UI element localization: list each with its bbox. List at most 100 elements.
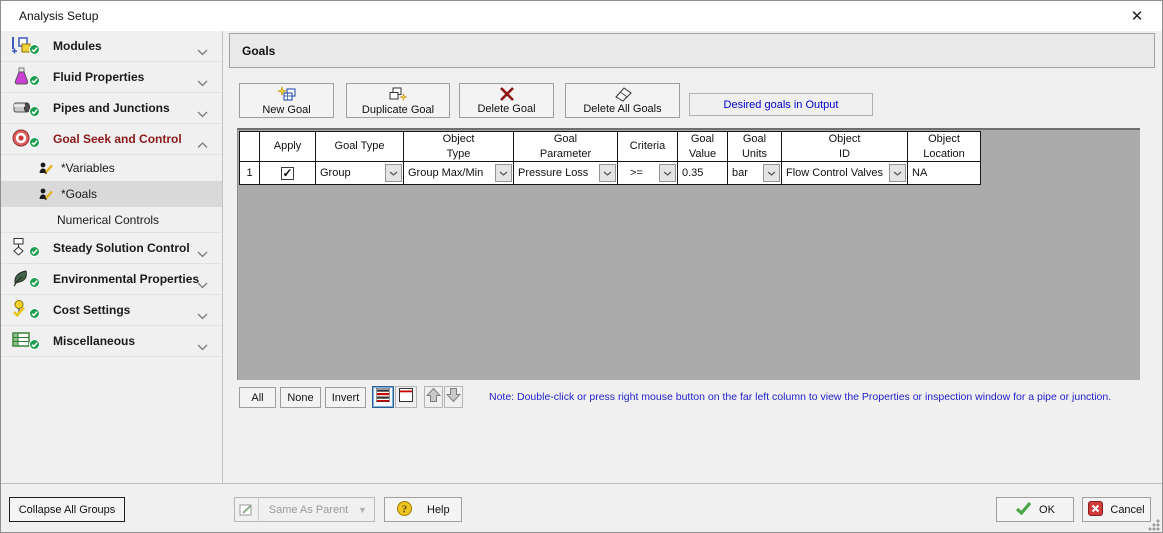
button-label: Delete Goal — [477, 103, 536, 115]
same-as-parent-label: Same As Parent — [268, 503, 349, 516]
chevron-down-icon — [197, 245, 208, 263]
window-title: Analysis Setup — [19, 9, 99, 23]
new-goal-button[interactable]: New Goal — [239, 83, 334, 118]
checkmark-icon: ✓ — [282, 166, 293, 180]
cancel-label: Cancel — [1110, 503, 1145, 516]
ok-label: OK — [1039, 503, 1055, 516]
column-header-criteria: Criteria — [618, 132, 678, 162]
duplicate-goal-button[interactable]: Duplicate Goal — [346, 83, 450, 118]
object-type-cell: Group Max/Min — [404, 162, 514, 184]
check-badge-icon — [29, 104, 40, 122]
move-up-button[interactable] — [424, 386, 443, 408]
sidebar-item-pipes-and-junctions[interactable]: Pipes and Junctions — [1, 93, 222, 124]
sidebar-item-miscellaneous[interactable]: Miscellaneous — [1, 326, 222, 357]
goal-value-cell[interactable]: 0.35 — [678, 162, 728, 184]
eraser-icon — [612, 86, 634, 102]
sidebar-item-steady-solution-control[interactable]: Steady Solution Control — [1, 233, 222, 264]
collapse-all-groups-button[interactable]: Collapse All Groups — [9, 497, 125, 522]
column-header-goal-parameter: Goal Parameter — [514, 132, 618, 162]
sidebar-item-goals[interactable]: *Goals — [1, 181, 222, 207]
column-header-goal-units: Goal Units — [728, 132, 782, 162]
check-badge-icon — [29, 42, 40, 60]
chevron-down-icon — [197, 43, 208, 61]
chevron-up-icon — [197, 136, 208, 154]
move-down-button[interactable] — [444, 386, 463, 408]
object-location-value: NA — [912, 167, 928, 179]
column-header-object-type: Object Type — [404, 132, 514, 162]
sidebar-item-goal-seek-and-control[interactable]: Goal Seek and Control — [1, 124, 222, 155]
button-label: Delete All Goals — [583, 103, 662, 115]
goal-parameter-dropdown[interactable] — [599, 164, 616, 182]
delete-goal-button[interactable]: Delete Goal — [459, 83, 554, 118]
column-header-rownum — [240, 132, 260, 162]
sidebar-item-environmental-properties[interactable]: Environmental Properties — [1, 264, 222, 295]
close-button[interactable]: ✕ — [1124, 5, 1150, 27]
chevron-down-icon — [197, 74, 208, 92]
sidebar-item-label: Goal Seek and Control — [53, 132, 182, 146]
modules-icon — [11, 35, 40, 60]
apply-cell: ✓ — [260, 162, 316, 184]
sidebar-item-label: Fluid Properties — [53, 70, 145, 84]
object-location-cell: NA — [908, 162, 980, 184]
same-as-parent-dropdown[interactable]: Same As Parent ▼ — [234, 497, 375, 522]
ok-check-icon — [1015, 501, 1032, 518]
variable-edit-icon — [39, 161, 55, 175]
row-style-top-button[interactable] — [395, 386, 417, 408]
cancel-button[interactable]: Cancel — [1082, 497, 1151, 522]
svg-text:?: ? — [402, 503, 408, 515]
sidebar-item-variables[interactable]: *Variables — [1, 155, 222, 181]
object-type-dropdown[interactable] — [495, 164, 512, 182]
check-badge-icon — [29, 275, 40, 293]
goal-edit-icon — [39, 187, 55, 201]
flask-icon — [11, 66, 40, 91]
arrow-up-icon — [425, 387, 442, 408]
select-all-button[interactable]: All — [239, 387, 276, 408]
chevron-down-icon — [197, 338, 208, 356]
select-none-button[interactable]: None — [280, 387, 321, 408]
title-bar: Analysis Setup ✕ — [1, 1, 1162, 31]
help-button[interactable]: ? Help — [384, 497, 462, 522]
sidebar-item-numerical-controls[interactable]: Numerical Controls — [1, 207, 222, 233]
goal-parameter-value: Pressure Loss — [518, 167, 589, 179]
ok-button[interactable]: OK — [996, 497, 1074, 522]
goal-value: 0.35 — [682, 167, 704, 179]
goal-units-cell: bar — [728, 162, 782, 184]
goal-units-dropdown[interactable] — [763, 164, 780, 182]
goals-section-header: Goals — [229, 33, 1155, 68]
goal-parameter-cell: Pressure Loss — [514, 162, 618, 184]
column-header-object-id: Object ID — [782, 132, 908, 162]
new-goal-icon — [276, 85, 298, 103]
object-id-dropdown[interactable] — [889, 164, 906, 182]
footer-bar: Collapse All Groups Same As Parent ▼ ? H… — [1, 483, 1162, 532]
row-number-cell[interactable]: 1 — [240, 162, 260, 184]
check-badge-icon — [29, 73, 40, 91]
analysis-setup-dialog: Analysis Setup ✕ Modules Fluid Propertie… — [0, 0, 1163, 533]
check-badge-icon — [29, 337, 40, 355]
chevron-down-icon — [197, 276, 208, 294]
sidebar-item-fluid-properties[interactable]: Fluid Properties — [1, 62, 222, 93]
sidebar-item-label: Numerical Controls — [57, 212, 160, 227]
sidebar-item-modules[interactable]: Modules — [1, 31, 222, 62]
desired-goals-in-output-link[interactable]: Desired goals in Output — [689, 93, 873, 116]
edit-note-icon — [235, 498, 259, 521]
pipe-icon — [11, 97, 40, 122]
goal-units-value: bar — [732, 167, 748, 179]
sidebar-item-label: *Variables — [61, 161, 115, 175]
row-style-all-button[interactable] — [372, 386, 394, 408]
goal-type-cell: Group — [316, 162, 404, 184]
chevron-down-icon — [197, 307, 208, 325]
check-badge-icon — [29, 244, 40, 262]
invert-selection-button[interactable]: Invert — [325, 387, 366, 408]
criteria-dropdown[interactable] — [659, 164, 676, 182]
apply-checkbox[interactable]: ✓ — [281, 166, 294, 180]
object-id-cell: Flow Control Valves — [782, 162, 908, 184]
sidebar-item-label: Miscellaneous — [53, 334, 136, 348]
sidebar: Modules Fluid Properties Pipes and Junct… — [1, 31, 223, 483]
sidebar-item-cost-settings[interactable]: Cost Settings — [1, 295, 222, 326]
chevron-down-icon — [197, 105, 208, 123]
goal-type-dropdown[interactable] — [385, 164, 402, 182]
sidebar-item-label: Modules — [53, 39, 102, 53]
resize-grip[interactable] — [1148, 519, 1160, 531]
object-type-value: Group Max/Min — [408, 167, 484, 179]
delete-all-goals-button[interactable]: Delete All Goals — [565, 83, 680, 118]
